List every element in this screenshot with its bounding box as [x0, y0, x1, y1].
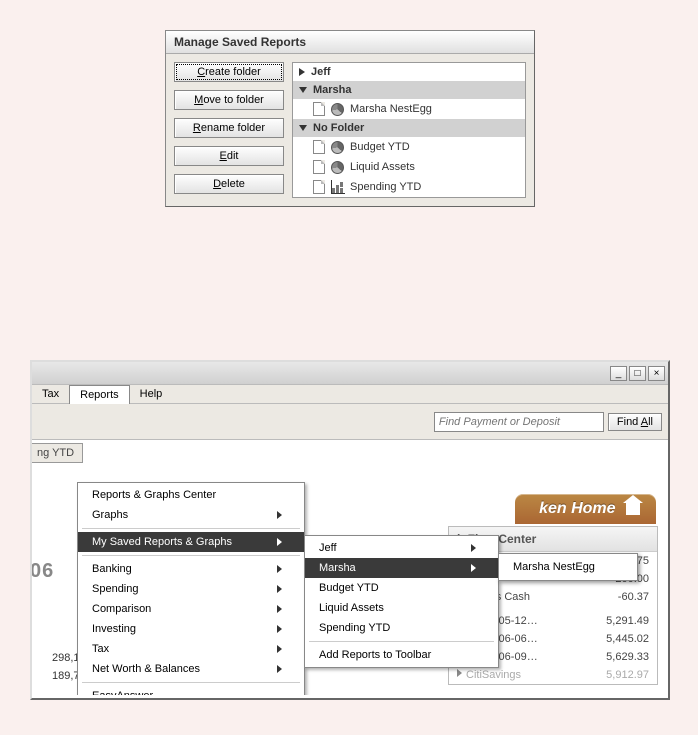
report-label: Marsha NestEgg: [350, 103, 432, 115]
expand-icon: [457, 669, 462, 677]
close-button[interactable]: ×: [648, 366, 665, 381]
move-to-folder-button[interactable]: Move to folder: [174, 90, 284, 110]
home-icon: [626, 503, 640, 515]
home-tab[interactable]: ken Home: [515, 494, 656, 524]
menu-item-my-saved[interactable]: My Saved Reports & Graphs: [78, 532, 304, 552]
menu-item-graphs[interactable]: Graphs: [78, 505, 304, 525]
marsha-submenu: Marsha NestEgg: [498, 553, 638, 581]
menu-item-comparison[interactable]: Comparison: [78, 599, 304, 619]
document-icon: [313, 160, 325, 174]
saved-reports-submenu: Jeff Marsha Budget YTD Liquid Assets Spe…: [304, 535, 499, 668]
expand-icon[interactable]: [299, 68, 305, 76]
report-label: Spending YTD: [350, 181, 421, 193]
submenu-item-budget-ytd[interactable]: Budget YTD: [305, 578, 498, 598]
collapse-icon[interactable]: [299, 87, 307, 93]
menu-item-tax[interactable]: Tax: [78, 639, 304, 659]
menu-bar: Tax Reports Help: [32, 384, 668, 404]
tree-folder-nofolder[interactable]: No Folder: [293, 119, 525, 137]
pie-chart-icon: [331, 141, 344, 154]
pie-chart-icon: [331, 103, 344, 116]
submenu-arrow-icon: [277, 565, 282, 573]
submenu-item-liquid-assets[interactable]: Liquid Assets: [305, 598, 498, 618]
submenu-arrow-icon: [277, 665, 282, 673]
submenu-arrow-icon: [277, 538, 282, 546]
tree-item[interactable]: Budget YTD: [293, 137, 525, 157]
account-row[interactable]: CitiSavings5,912.97: [449, 666, 657, 684]
report-tab[interactable]: ng YTD: [32, 443, 83, 463]
find-all-button[interactable]: Find All: [608, 413, 662, 431]
tree-item[interactable]: Marsha NestEgg: [293, 99, 525, 119]
pie-chart-icon: [331, 161, 344, 174]
submenu-item-add-to-toolbar[interactable]: Add Reports to Toolbar: [305, 645, 498, 665]
submenu-item-spending-ytd[interactable]: Spending YTD: [305, 618, 498, 638]
titlebar: _ □ ×: [32, 362, 668, 384]
menu-item-spending[interactable]: Spending: [78, 579, 304, 599]
submenu-arrow-icon: [471, 544, 476, 552]
folder-label: No Folder: [313, 122, 364, 134]
date-display: 06: [32, 560, 54, 583]
document-icon: [313, 102, 325, 116]
tree-item[interactable]: Spending YTD: [293, 177, 525, 197]
maximize-button[interactable]: □: [629, 366, 646, 381]
tree-folder-marsha[interactable]: Marsha: [293, 81, 525, 99]
submenu-arrow-icon: [277, 585, 282, 593]
tree-item[interactable]: Liquid Assets: [293, 157, 525, 177]
submenu-arrow-icon: [471, 564, 476, 572]
minimize-button[interactable]: _: [610, 366, 627, 381]
folder-label: Marsha: [313, 84, 352, 96]
toolbar: Find All: [32, 404, 668, 440]
delete-button[interactable]: Delete: [174, 174, 284, 194]
submenu-arrow-icon: [277, 605, 282, 613]
main-app-window: _ □ × Tax Reports Help Find All ng YTD 0…: [30, 360, 670, 700]
home-label: ken Home: [539, 500, 615, 517]
menu-item-banking[interactable]: Banking: [78, 559, 304, 579]
document-icon: [313, 140, 325, 154]
dialog-title: Manage Saved Reports: [166, 31, 534, 54]
rename-folder-button[interactable]: Rename folder: [174, 118, 284, 138]
manage-saved-reports-dialog: Manage Saved Reports Create folder Move …: [165, 30, 535, 207]
menu-reports[interactable]: Reports: [69, 385, 130, 404]
bar-chart-icon: [331, 181, 344, 194]
menu-item-investing[interactable]: Investing: [78, 619, 304, 639]
create-folder-button[interactable]: Create folder: [174, 62, 284, 82]
tree-folder-jeff[interactable]: Jeff: [293, 63, 525, 81]
report-label: Liquid Assets: [350, 161, 415, 173]
menu-help[interactable]: Help: [130, 385, 173, 403]
edit-button[interactable]: Edit: [174, 146, 284, 166]
submenu-item-marsha-nestegg[interactable]: Marsha NestEgg: [499, 556, 637, 578]
menu-item-easyanswer[interactable]: EasyAnswer: [78, 686, 304, 695]
search-input[interactable]: [434, 412, 604, 432]
document-icon: [313, 180, 325, 194]
submenu-item-jeff[interactable]: Jeff: [305, 538, 498, 558]
menu-item-reports-center[interactable]: Reports & Graphs Center: [78, 485, 304, 505]
reports-menu: Reports & Graphs Center Graphs My Saved …: [77, 482, 305, 695]
submenu-arrow-icon: [277, 511, 282, 519]
submenu-arrow-icon: [277, 645, 282, 653]
menu-tax[interactable]: Tax: [32, 385, 69, 403]
menu-item-networth[interactable]: Net Worth & Balances: [78, 659, 304, 679]
collapse-icon[interactable]: [299, 125, 307, 131]
reports-tree[interactable]: Jeff Marsha Marsha NestEgg No Folder Bud…: [292, 62, 526, 198]
report-label: Budget YTD: [350, 141, 410, 153]
folder-label: Jeff: [311, 66, 331, 78]
submenu-item-marsha[interactable]: Marsha: [305, 558, 498, 578]
submenu-arrow-icon: [277, 625, 282, 633]
